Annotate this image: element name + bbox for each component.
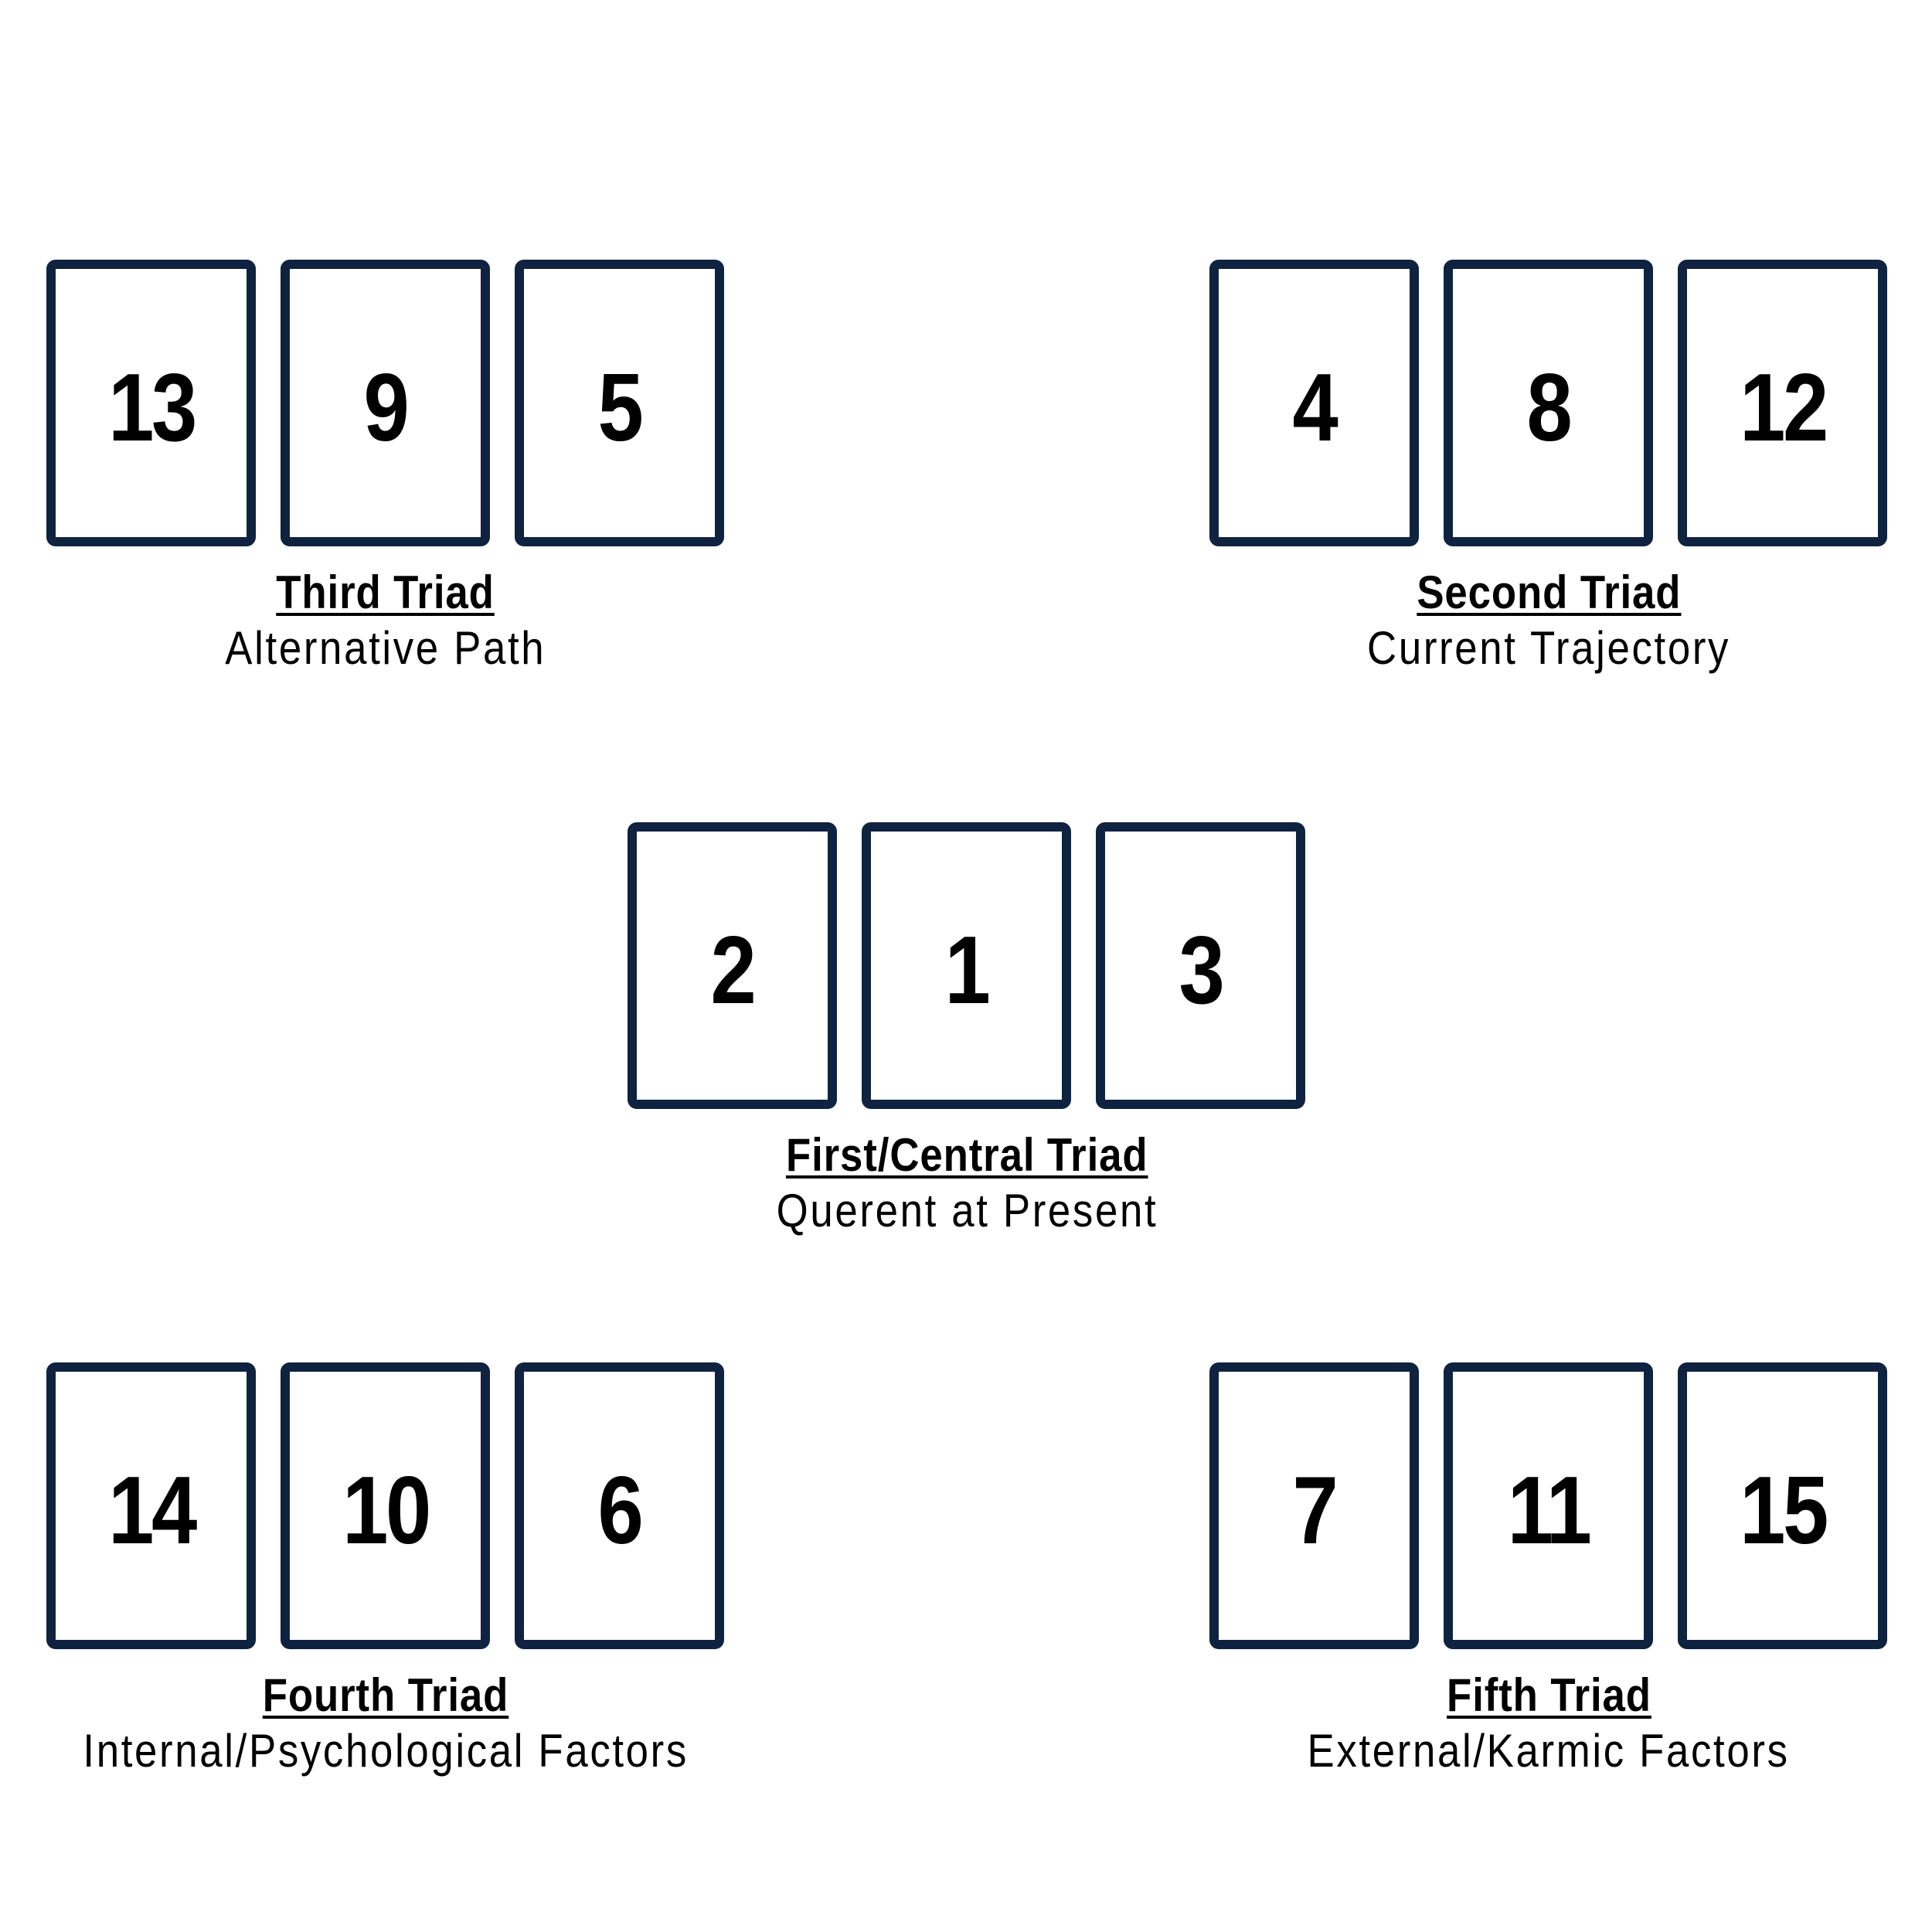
card-position[interactable]: 7 xyxy=(1209,1362,1419,1649)
card-number: 11 xyxy=(1507,1457,1592,1564)
triad-fifth: 7 11 15 Fifth Triad External/Karmic Fact… xyxy=(1209,1362,1888,1795)
card-number: 6 xyxy=(597,1457,644,1564)
triad-title: Third Triad xyxy=(276,566,495,618)
card-number: 5 xyxy=(597,354,644,461)
triad-first: 2 1 3 First/Central Triad Querent at Pre… xyxy=(628,822,1306,1255)
card-position[interactable]: 5 xyxy=(515,260,724,546)
card-position[interactable]: 8 xyxy=(1444,260,1653,546)
triad-subtitle: Current Trajectory xyxy=(1055,625,1932,672)
triad-title: Fourth Triad xyxy=(262,1669,509,1721)
triad-subtitle-text: Internal/Psychological Factors xyxy=(83,1725,689,1777)
card-number: 14 xyxy=(107,1457,197,1564)
triad-title: Second Triad xyxy=(1416,566,1682,618)
triad-subtitle-text: Current Trajectory xyxy=(1366,622,1731,674)
card-position[interactable]: 10 xyxy=(281,1362,490,1649)
triad-label: Fifth Triad External/Karmic Factors xyxy=(1055,1672,1932,1774)
card-position[interactable]: 2 xyxy=(628,822,837,1109)
triad-subtitle: Internal/Psychological Factors xyxy=(0,1728,879,1774)
triad-subtitle-text: Querent at Present xyxy=(776,1185,1158,1236)
card-number: 9 xyxy=(363,354,410,461)
triad-third: 13 9 5 Third Triad Alternative Path xyxy=(46,260,725,692)
card-position[interactable]: 3 xyxy=(1096,822,1305,1109)
triad-title: First/Central Triad xyxy=(785,1129,1148,1181)
triad-subtitle: Alternative Path xyxy=(0,625,879,672)
triad-label: First/Central Triad Querent at Present xyxy=(473,1132,1461,1234)
card-number: 3 xyxy=(1179,917,1225,1024)
card-position[interactable]: 11 xyxy=(1444,1362,1653,1649)
triad-label: Fourth Triad Internal/Psychological Fact… xyxy=(0,1672,879,1774)
triad-subtitle-text: External/Karmic Factors xyxy=(1307,1725,1791,1777)
card-number: 8 xyxy=(1526,354,1573,461)
triad-subtitle-text: Alternative Path xyxy=(225,622,546,674)
triad-second: 4 8 12 Second Triad Current Trajectory xyxy=(1209,260,1888,692)
triad-subtitle: External/Karmic Factors xyxy=(1055,1728,1932,1774)
card-number: 1 xyxy=(944,917,991,1024)
card-number: 15 xyxy=(1739,1457,1828,1564)
card-position[interactable]: 9 xyxy=(281,260,490,546)
card-position[interactable]: 14 xyxy=(46,1362,256,1649)
card-position[interactable]: 13 xyxy=(46,260,256,546)
card-position[interactable]: 12 xyxy=(1678,260,1887,546)
card-number: 10 xyxy=(342,1457,431,1564)
card-number: 12 xyxy=(1739,354,1828,461)
card-number: 7 xyxy=(1292,1457,1338,1564)
card-position[interactable]: 15 xyxy=(1678,1362,1887,1649)
triad-label: Third Triad Alternative Path xyxy=(0,570,879,672)
card-number: 2 xyxy=(710,917,757,1024)
card-number: 13 xyxy=(107,354,197,461)
card-number: 4 xyxy=(1292,354,1338,461)
card-position[interactable]: 6 xyxy=(515,1362,724,1649)
triad-label: Second Triad Current Trajectory xyxy=(1055,570,1932,672)
triad-fourth: 14 10 6 Fourth Triad Internal/Psychologi… xyxy=(46,1362,725,1795)
card-position[interactable]: 1 xyxy=(862,822,1071,1109)
triad-title: Fifth Triad xyxy=(1446,1669,1651,1721)
card-position[interactable]: 4 xyxy=(1209,260,1419,546)
triad-subtitle: Querent at Present xyxy=(473,1188,1461,1234)
